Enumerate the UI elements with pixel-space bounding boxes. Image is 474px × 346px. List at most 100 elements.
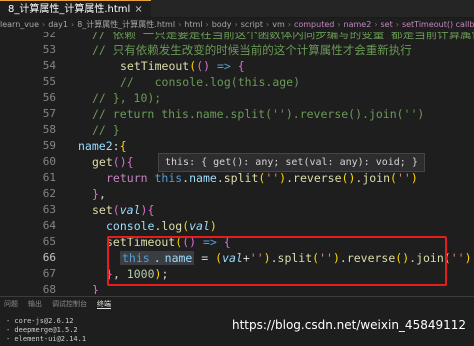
code-token: ( [390,171,397,185]
breadcrumb-separator: › [374,20,378,29]
code-token: ) [209,219,217,233]
line-number: 58 [42,123,56,136]
code-token: '' [265,171,280,185]
code-token: { [126,155,134,169]
line-number: 65 [42,235,56,248]
code-text: } [92,282,99,294]
code-token: name [189,171,217,185]
code-line: 54 setTimeout(() => { [0,58,474,74]
breadcrumb-separator: › [205,20,209,29]
code-line: 57 // return this.name.split('').reverse(… [0,106,474,122]
close-icon[interactable]: × [134,1,142,18]
line-number: 54 [42,59,56,72]
breadcrumb-separator: › [287,20,291,29]
code-line: 58 // } [0,122,474,138]
code-text: // return this.name.split('').reverse().… [92,106,424,122]
line-number: 55 [42,75,56,88]
terminal-line: - core-js@2.6.12 [6,317,74,325]
code-text: set(val){ [92,202,154,218]
breadcrumb-separator: › [395,20,399,29]
breadcrumb-separator: › [337,20,341,29]
breadcrumb-item[interactable]: learn_vue [0,20,39,29]
panel-tab[interactable]: 问题 [4,299,18,309]
code-token: val [189,219,210,233]
code-token: . [216,171,224,185]
breadcrumb-item[interactable]: vm [272,20,285,29]
breadcrumb-item[interactable]: day1 [48,20,68,29]
code-token: () [112,155,127,169]
breadcrumb-separator: › [266,20,270,29]
line-number: 67 [42,267,56,280]
line-number: 56 [42,91,56,104]
line-number: 59 [42,139,56,152]
code-token: join [362,171,391,185]
tab-title: 8_计算属性_计算属性.html [8,3,131,15]
code-text: }, [92,186,106,202]
code-token: // console.log(this.age) [120,75,301,89]
code-line: 52 // 依赖 一只是要是在当前这个函数体内同步编写的变量 都是当前计算属性 [0,32,474,42]
code-line: 64 console.log(val) [0,218,474,234]
code-text: name2:{ [78,138,127,154]
line-number: 68 [42,283,56,294]
code-token: val [119,203,141,217]
line-number: 61 [42,171,56,184]
code-text: // 只有依赖发生改变的时候当前的这个计算属性才会重新执行 [92,42,412,58]
terminal-line: - deepmerge@1.5.2 [6,326,78,334]
code-token: // 依赖 一只是要是在当前这个函数体内同步编写的变量 都是当前计算属性 [92,32,474,41]
terminal-line: - element-ui@2.14.1 [6,335,87,343]
code-token: , [98,187,106,201]
line-number: 53 [42,43,56,56]
breadcrumb-item[interactable]: html [184,20,202,29]
code-text: // 依赖 一只是要是在当前这个函数体内同步编写的变量 都是当前计算属性 [92,32,474,42]
code-line: 55 // console.log(this.age) [0,74,474,90]
code-token: reverse [293,171,342,185]
tab-editor-file[interactable]: 8_计算属性_计算属性.html × [0,0,151,17]
code-token: set [92,203,113,217]
line-number: 64 [42,219,56,232]
code-token: split [223,171,259,185]
code-token: } [92,187,99,201]
panel-tab[interactable]: 调试控制台 [52,299,87,309]
code-line: 63 set(val){ [0,202,474,218]
breadcrumb-item[interactable]: 8_计算属性_计算属性.html [77,20,175,29]
breadcrumb-item[interactable]: name2 [344,20,372,29]
code-token: '' [396,171,411,185]
code-token: get [92,155,113,169]
code-token: () [341,171,356,185]
code-text: get(){ [92,154,134,170]
highlight-annotation-box [107,236,447,286]
code-token: : [112,139,120,153]
breadcrumb-item[interactable]: computed [294,20,334,29]
breadcrumb-item[interactable]: script [241,20,263,29]
breadcrumb-separator: › [71,20,75,29]
code-token: // } [92,123,120,137]
breadcrumb-item[interactable]: set [381,20,393,29]
code-token: console [106,219,155,233]
code-token: => [210,59,231,73]
line-number: 60 [42,155,56,168]
breadcrumb-separator: › [178,20,182,29]
code-token: // 只有依赖发生改变的时候当前的这个计算属性才会重新执行 [92,43,412,57]
code-token: setTimeout [120,59,190,73]
breadcrumb-item[interactable]: body [212,20,232,29]
code-token: ) [410,171,418,185]
line-number: 63 [42,203,56,216]
breadcrumb-item[interactable]: setTimeout() callback [402,20,474,29]
code-text: console.log(val) [106,218,217,234]
code-text: // } [92,122,120,138]
code-text: // console.log(this.age) [120,74,300,90]
watermark: https://blog.csdn.net/weixin_45849112 [232,318,467,332]
code-text: // }, 10); [92,90,161,106]
code-token: '' [450,251,465,265]
panel-tab[interactable]: 输出 [28,299,42,309]
code-token: { [230,59,245,73]
panel-tab[interactable]: 终端 [97,299,111,309]
code-token: } [92,283,99,294]
line-number: 66 [42,251,56,264]
code-token: this [154,171,183,185]
breadcrumb-separator: › [234,20,238,29]
panel-tabs: 问题 输出 调试控制台 终端 [4,299,111,309]
code-line: 62}, [0,186,474,202]
line-number: 52 [42,32,56,40]
code-line: 56 // }, 10); [0,90,474,106]
